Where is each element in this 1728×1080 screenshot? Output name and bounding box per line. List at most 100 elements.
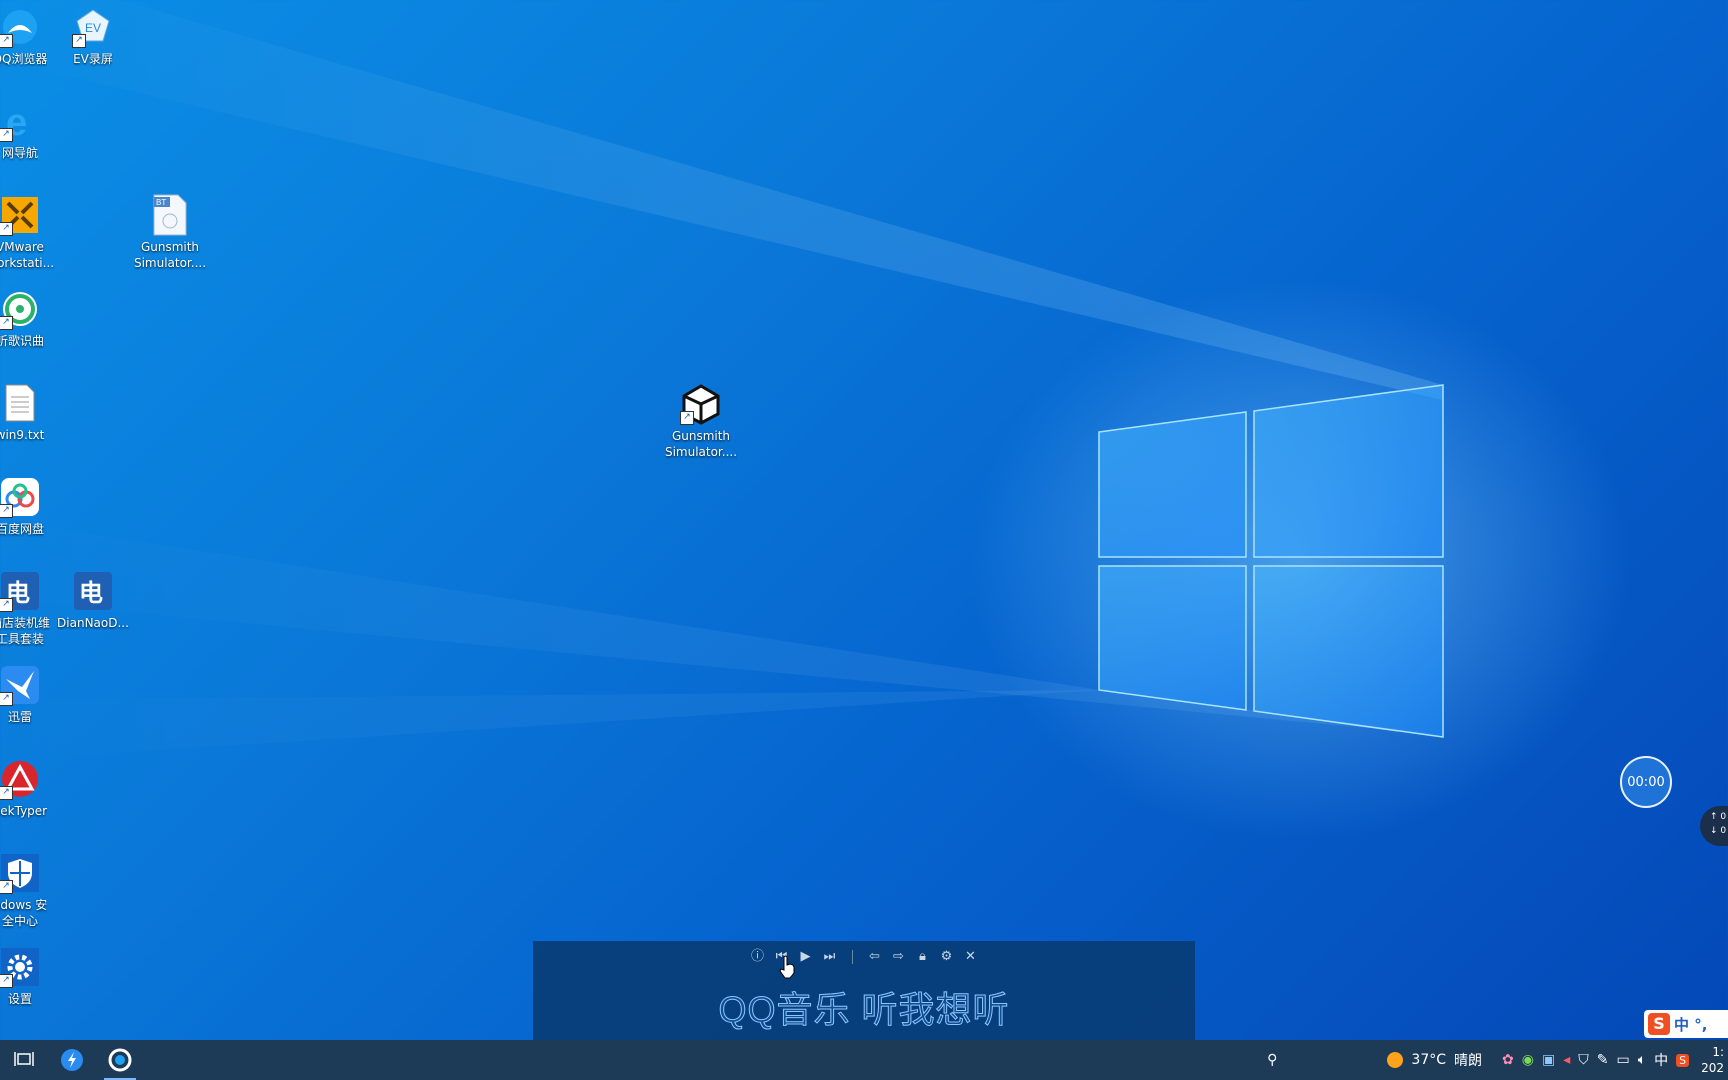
music-recognize-icon: ↗ [0,288,41,330]
desktop-icon-label: 迅雷 [7,710,32,724]
shortcut-arrow-icon: ↗ [0,316,13,330]
weather-desc[interactable]: 晴朗 [1454,1050,1482,1070]
clock-time: 1: [1712,1045,1724,1059]
svg-text:电: 电 [79,579,103,607]
people-icon[interactable]: ⚲ [1267,1052,1277,1068]
desktop-icon-geektyper[interactable]: ↗ eekTyper [0,758,62,819]
download-arrow-icon: ↓ [1710,826,1721,836]
desktop-icon-win9-txt[interactable]: win9.txt [0,382,62,443]
tray-red-arrow-icon[interactable]: ◂ [1563,1052,1570,1068]
desktop-icon-label: DianNaoD... [57,616,129,630]
desktop-icon-gunsmith-torrent[interactable]: BT Gunsmith Simulator.... [128,194,212,271]
taskbar-app-xunlei[interactable] [48,1040,96,1080]
shortcut-arrow-icon: ↗ [0,222,13,236]
ev-recorder-icon: EV ↗ [72,6,114,48]
input-language[interactable]: 中 [1654,1050,1668,1070]
sogou-tray-icon[interactable]: S [1676,1053,1690,1067]
desktop-icon-label: win9.txt [0,428,45,442]
play-icon[interactable]: ▶ [798,949,814,965]
desktop-icon-ev-recorder[interactable]: EV ↗ EV录屏 [51,6,135,67]
desktop-icon-xunlei[interactable]: ↗ 迅雷 [0,664,62,725]
desktop-icon-label: 百度网盘 [0,522,44,536]
qq-browser-taskbar-icon [108,1048,132,1072]
recording-timer[interactable]: 00:00 [1620,756,1672,808]
xunlei-icon: ↗ [0,664,41,706]
sogou-ime-logo: S [1648,1013,1670,1035]
desktop-icon-label: Gunsmith Simulator.... [133,240,207,270]
desktop-icon-label: 设置 [7,992,32,1006]
task-view-icon [14,1052,34,1066]
desktop-icon-label: Gunsmith Simulator.... [664,429,738,459]
upload-speed: 0 [1720,812,1727,822]
desktop-icon-label: 网导航 [1,146,38,160]
windows-logo [1098,384,1444,738]
desktop-icon-label: ndows 安 全中心 [0,898,48,928]
shortcut-arrow-icon: ↗ [0,504,13,518]
lyric-line: QQ音乐 听我想听 [718,989,1010,1031]
tray-shield-icon[interactable]: ⛉ [1578,1052,1589,1068]
xunlei-taskbar-icon [61,1049,83,1071]
shortcut-arrow-icon: ↗ [0,880,13,894]
lock-icon[interactable]: 🔒︎ [915,949,931,965]
shortcut-arrow-icon: ↗ [0,34,13,48]
volume-icon[interactable]: 🔈︎ [1638,1052,1646,1068]
desktop-icon-label: QQ浏览器 [0,52,48,66]
shortcut-arrow-icon: ↗ [680,411,694,425]
desktop-icon-vmware[interactable]: ↗ VMware Workstati... [0,194,62,271]
desktop-icon-settings[interactable]: ↗ 设置 [0,946,62,1007]
geektyper-icon: ↗ [0,758,41,800]
shortcut-arrow-icon: ↗ [0,974,13,988]
tray-pen-icon[interactable]: ✎ [1597,1052,1609,1068]
bt-file-icon: BT [149,194,191,236]
windows-security-icon: ↗ [0,852,41,894]
back-icon[interactable]: ⇦ [867,949,883,965]
vmware-icon: ↗ [0,194,41,236]
desktop-icon-diannaod[interactable]: 电 DianNaoD... [51,570,135,631]
network-icon[interactable]: ▭ [1616,1052,1629,1068]
desktop-icon-gunsmith-unity[interactable]: ↗ Gunsmith Simulator.... [659,383,743,460]
tray-flower-icon[interactable]: ✿ [1502,1052,1514,1068]
divider [851,950,853,964]
tray-green-icon[interactable]: ◉ [1522,1052,1534,1068]
wallpaper [0,0,1630,840]
settings-icon[interactable]: ⚙ [939,949,955,965]
download-speed: 0 [1720,826,1727,836]
shortcut-arrow-icon: ↗ [0,786,13,800]
desktop-icon-music-recognize[interactable]: ↗ 听歌识曲 [0,288,62,349]
shortcut-arrow-icon: ↗ [0,598,13,612]
ime-mode[interactable]: 中 °, [1674,1014,1707,1035]
qq-music-lyric-bar[interactable]: ⓘ ⏮ ▶ ⏭ ⇦ ⇨ 🔒︎ ⚙ ✕ QQ音乐 听我想听 [533,941,1195,1040]
next-icon[interactable]: ⏭ [822,949,838,965]
desktop-icon-label: EV录屏 [73,52,113,66]
forward-icon[interactable]: ⇨ [891,949,907,965]
tray-image-icon[interactable]: ▣ [1542,1052,1555,1068]
desktop-icon-label: eekTyper [0,804,48,818]
desktop-icon-ie[interactable]: e ↗ 网导航 [0,100,62,161]
text-file-icon [0,382,41,424]
ie-icon: e ↗ [0,100,41,142]
clock[interactable]: 1: 202 [1701,1044,1728,1076]
desktop-icon-label: VMware Workstati... [0,240,55,270]
upload-arrow-icon: ↑ [1710,812,1721,822]
net-speed-widget[interactable]: ↑ 0 ↓ 0 [1700,806,1728,846]
desktop-icon-windows-security[interactable]: ↗ ndows 安 全中心 [0,852,62,929]
system-tray: ⚲ 37°C 晴朗 ✿ ◉ ▣ ◂ ⛉ ✎ ▭ 🔈︎ 中 S 1: 202 [1263,1040,1728,1080]
taskbar-app-qq-browser[interactable] [96,1040,144,1080]
desktop-icon-label: 脑店装机维 工具套装 [0,616,50,646]
ime-floating-bar[interactable]: S 中 °, [1644,1010,1728,1038]
clock-date: 202 [1701,1061,1724,1075]
info-icon[interactable]: ⓘ [750,949,766,965]
desktop-icon-baidu-netdisk[interactable]: ↗ 百度网盘 [0,476,62,537]
weather-sun-icon [1387,1052,1404,1068]
mouse-cursor-hand-icon [779,955,795,979]
task-view-button[interactable] [0,1040,48,1080]
diannao-tool-icon: 电 ↗ [0,570,41,612]
close-icon[interactable]: ✕ [963,949,979,965]
taskbar: ⚲ 37°C 晴朗 ✿ ◉ ▣ ◂ ⛉ ✎ ▭ 🔈︎ 中 S 1: 202 [0,1040,1728,1080]
lyric-controls: ⓘ ⏮ ▶ ⏭ ⇦ ⇨ 🔒︎ ⚙ ✕ [533,949,1195,965]
settings-gear-icon: ↗ [0,946,41,988]
shortcut-arrow-icon: ↗ [72,34,86,48]
diannao-icon: 电 [72,570,114,612]
weather-temp[interactable]: 37°C [1411,1052,1446,1068]
shortcut-arrow-icon: ↗ [0,128,13,142]
